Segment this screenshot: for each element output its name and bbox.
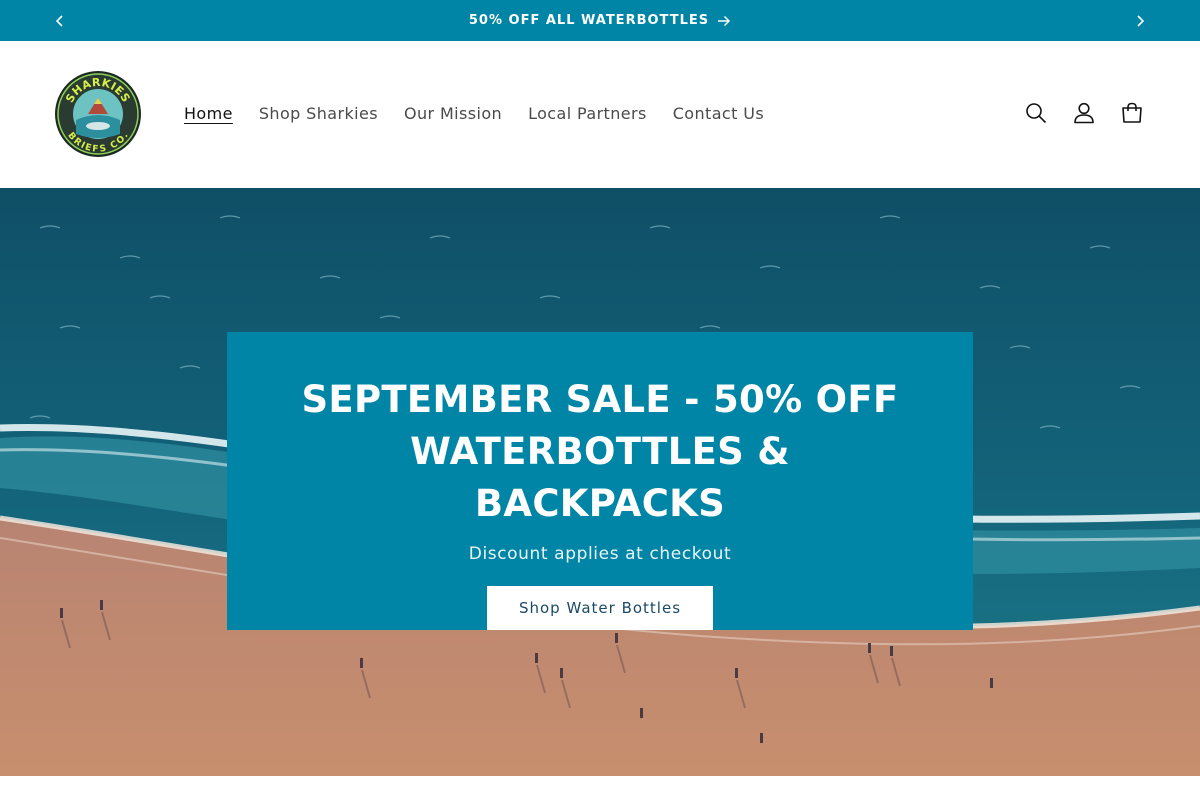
header-actions — [1016, 93, 1152, 133]
cart-button[interactable] — [1112, 93, 1152, 133]
site-header: SHARKIES BRIEFS CO. Home Shop Sharkies O… — [0, 41, 1200, 188]
announcement-link[interactable]: 50% OFF ALL WATERBOTTLES — [469, 13, 731, 28]
chevron-left-icon — [55, 14, 63, 27]
page-content-start — [0, 776, 1200, 800]
shop-water-bottles-button[interactable]: Shop Water Bottles — [487, 586, 713, 630]
main-nav: Home Shop Sharkies Our Mission Local Par… — [171, 100, 777, 126]
search-button[interactable] — [1016, 93, 1056, 133]
hero-title: SEPTEMBER SALE - 50% OFF WATERBOTTLES & … — [301, 378, 899, 525]
nav-item-local-partners[interactable]: Local Partners — [515, 104, 660, 123]
search-icon — [1026, 103, 1047, 124]
chevron-right-icon — [1137, 14, 1145, 27]
hero-subtitle: Discount applies at checkout — [468, 544, 732, 564]
nav-item-shop-sharkies[interactable]: Shop Sharkies — [246, 104, 391, 123]
nav-item-home[interactable]: Home — [171, 104, 246, 123]
announcement-text: 50% OFF ALL WATERBOTTLES — [468, 13, 710, 28]
nav-item-contact-us[interactable]: Contact Us — [660, 104, 777, 123]
logo-badge: SHARKIES BRIEFS CO. — [55, 71, 141, 157]
site-logo[interactable]: SHARKIES BRIEFS CO. — [54, 70, 142, 158]
announcement-prev-button[interactable] — [40, 0, 80, 41]
hero-banner: SEPTEMBER SALE - 50% OFF WATERBOTTLES & … — [0, 188, 1200, 776]
hero-promo-box: SEPTEMBER SALE - 50% OFF WATERBOTTLES & … — [227, 332, 973, 630]
arrow-right-icon — [718, 15, 731, 26]
account-button[interactable] — [1064, 93, 1104, 133]
nav-item-our-mission[interactable]: Our Mission — [391, 104, 515, 123]
cart-icon — [1122, 102, 1142, 123]
announcement-bar: 50% OFF ALL WATERBOTTLES — [0, 0, 1200, 41]
announcement-next-button[interactable] — [1120, 0, 1160, 41]
account-icon — [1074, 102, 1094, 124]
